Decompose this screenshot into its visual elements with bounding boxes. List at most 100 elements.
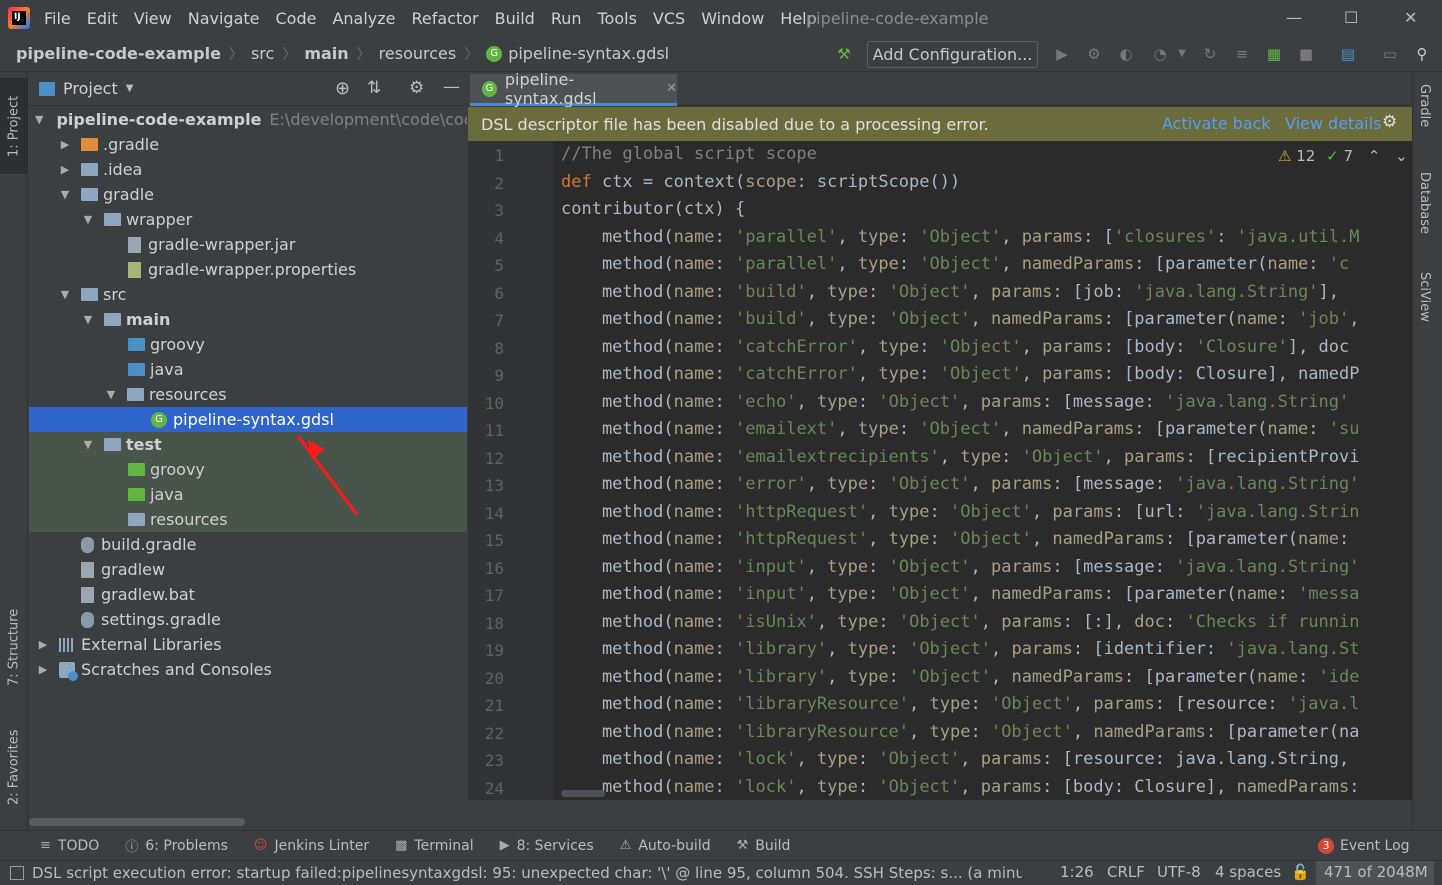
tree-item[interactable]: ▼ test [29, 432, 467, 457]
tab-auto-build[interactable]: ⚠ Auto-build [620, 838, 711, 854]
tab-gradle[interactable]: Gradle [1417, 84, 1432, 127]
menu-vcs[interactable]: VCS [653, 9, 685, 28]
code-line[interactable]: method(name: 'library', type: 'Object', … [561, 639, 1360, 659]
chevron-down-icon[interactable]: ▼ [80, 313, 96, 326]
breadcrumb-main[interactable]: main [304, 44, 348, 63]
chevron-down-icon[interactable]: ▼ [80, 438, 96, 451]
menu-build[interactable]: Build [495, 9, 535, 28]
code-line[interactable]: method(name: 'isUnix', type: 'Object', p… [561, 612, 1360, 632]
tab-problems[interactable]: ⓘ 6: Problems [125, 836, 228, 856]
tab-terminal[interactable]: ▩ Terminal [395, 838, 473, 854]
breadcrumb-project[interactable]: pipeline-code-example [16, 44, 221, 63]
tree-item[interactable]: groovy [29, 457, 467, 482]
tree-item[interactable]: ▼ src [29, 282, 467, 307]
editor-horizontal-scrollbar[interactable] [561, 790, 605, 797]
tab-project[interactable]: 1: Project [0, 78, 28, 174]
tab-structure[interactable]: 7: Structure [0, 592, 28, 702]
menu-window[interactable]: Window [701, 9, 764, 28]
code-line[interactable]: method(name: 'libraryResource', type: 'O… [561, 722, 1360, 742]
chevron-right-icon[interactable]: ▶ [35, 638, 51, 651]
tree-item-selected[interactable]: G pipeline-syntax.gdsl [29, 407, 467, 432]
memory-indicator[interactable]: 471 of 2048M [1316, 861, 1434, 885]
chevron-down-icon[interactable]: ▼ [80, 213, 96, 226]
caret-position[interactable]: 1:26 [1060, 863, 1094, 881]
collapse-all-icon[interactable]: ⇅ [367, 78, 381, 98]
maximize-icon[interactable]: ☐ [1344, 8, 1358, 27]
tree-item[interactable]: ▼ pipeline-code-example E:\development\c… [29, 107, 467, 132]
chevron-down-icon[interactable]: ▼ [103, 388, 119, 401]
indent-setting[interactable]: 4 spaces [1215, 863, 1281, 881]
hide-panel-icon[interactable]: — [443, 77, 460, 97]
code-line[interactable]: method(name: 'build', type: 'Object', na… [561, 309, 1360, 329]
code-line[interactable]: method(name: 'input', type: 'Object', pa… [561, 557, 1360, 577]
build-hammer-icon[interactable]: ⚒ [834, 44, 854, 64]
tab-database[interactable]: Database [1417, 172, 1432, 234]
menu-analyze[interactable]: Analyze [332, 9, 395, 28]
tab-favorites[interactable]: 2: Favorites [0, 712, 28, 822]
code-line[interactable]: method(name: 'httpRequest', type: 'Objec… [561, 502, 1360, 522]
tree-item[interactable]: resources [29, 507, 467, 532]
gear-icon[interactable]: ⚙ [409, 78, 424, 98]
search-icon[interactable]: ⚲ [1412, 44, 1432, 64]
tree-item[interactable]: gradle-wrapper.jar [29, 232, 467, 257]
line-separator[interactable]: CRLF [1107, 863, 1145, 881]
breadcrumb-file[interactable]: pipeline-syntax.gdsl [508, 44, 669, 63]
minimize-icon[interactable]: — [1286, 8, 1302, 27]
inspection-widget[interactable]: ⚠ 12 ✓ 7 ⌃ ⌄ [1278, 147, 1408, 165]
tree-item[interactable]: gradle-wrapper.properties [29, 257, 467, 282]
menu-refactor[interactable]: Refactor [412, 9, 479, 28]
code-line[interactable]: method(name: 'libraryResource', type: 'O… [561, 694, 1360, 714]
activate-back-link[interactable]: Activate back [1162, 114, 1271, 133]
code-line[interactable]: method(name: 'httpRequest', type: 'Objec… [561, 529, 1349, 549]
tree-item[interactable]: ▼ gradle [29, 182, 467, 207]
code-line[interactable]: method(name: 'echo', type: 'Object', par… [561, 392, 1349, 412]
debug-icon[interactable]: ⚙ [1084, 44, 1104, 64]
tree-item[interactable]: java [29, 482, 467, 507]
run-icon[interactable]: ▶ [1052, 44, 1072, 64]
tree-item[interactable]: ▶ Scratches and Consoles [29, 657, 467, 682]
menu-navigate[interactable]: Navigate [188, 9, 260, 28]
code-editor[interactable]: 1 2 3 4 5 6 7 8 9 10 11 12 13 14 15 16 17 18 19 20 21 22 23 24 … [468, 141, 1412, 800]
project-panel-title[interactable]: Project [63, 79, 118, 98]
code-line[interactable]: method(name: 'catchError', type: 'Object… [561, 364, 1360, 384]
chevron-right-icon[interactable]: ▶ [35, 663, 51, 676]
menu-view[interactable]: View [134, 9, 172, 28]
add-configuration-button[interactable]: Add Configuration... [867, 41, 1038, 68]
tree-item[interactable]: ▶ .gradle [29, 132, 467, 157]
code-line[interactable]: method(name: 'lock', type: 'Object', par… [561, 777, 1360, 797]
tab-services[interactable]: ▶ 8: Services [500, 838, 594, 854]
breadcrumb-resources[interactable]: resources [379, 44, 457, 63]
tree-item[interactable]: ▶ External Libraries [29, 632, 467, 657]
code-line[interactable]: contributor(ctx) { [561, 199, 745, 219]
chevron-down-icon[interactable]: ⌄ [1395, 147, 1408, 165]
toggle-panels-icon[interactable] [10, 866, 24, 880]
code-line[interactable]: method(name: 'build', type: 'Object', pa… [561, 282, 1339, 302]
tree-item[interactable]: ▼ main [29, 307, 467, 332]
code-line[interactable]: def ctx = context(scope: scriptScope()) [561, 172, 960, 192]
code-line[interactable]: method(name: 'lock', type: 'Object', par… [561, 749, 1349, 769]
presentation-icon[interactable]: ▭ [1380, 44, 1400, 64]
lock-icon[interactable]: 🔓 [1291, 863, 1310, 881]
code-line[interactable]: method(name: 'library', type: 'Object', … [561, 667, 1360, 687]
attach-icon[interactable]: ↻ [1200, 44, 1220, 64]
code-line[interactable]: method(name: 'emailextrecipients', type:… [561, 447, 1360, 467]
run-list-icon[interactable]: ≡ [1232, 44, 1252, 64]
tree-item[interactable]: ▶ .idea [29, 157, 467, 182]
tab-todo[interactable]: ≡ TODO [40, 838, 99, 854]
tab-pipeline-syntax[interactable]: G pipeline-syntax.gdsl ✕ [470, 70, 677, 108]
tree-item[interactable]: build.gradle [29, 532, 467, 557]
tree-item[interactable]: gradlew [29, 557, 467, 582]
tree-item[interactable]: java [29, 357, 467, 382]
tab-build[interactable]: ⚒ Build [737, 838, 791, 854]
code-line[interactable]: //The global script scope [561, 144, 817, 164]
code-line[interactable]: method(name: 'error', type: 'Object', pa… [561, 474, 1360, 494]
code-line[interactable]: method(name: 'parallel', type: 'Object',… [561, 227, 1360, 247]
tree-item[interactable]: ▼ wrapper [29, 207, 467, 232]
chevron-right-icon[interactable]: ▶ [57, 163, 73, 176]
tab-event-log[interactable]: 3 Event Log [1318, 837, 1410, 854]
code-line[interactable]: method(name: 'emailext', type: 'Object',… [561, 419, 1360, 439]
project-structure-icon[interactable]: ▤ [1338, 44, 1358, 64]
project-horizontal-scrollbar[interactable] [29, 818, 245, 826]
tab-sciview[interactable]: SciView [1417, 272, 1432, 322]
chevron-up-icon[interactable]: ⌃ [1368, 147, 1381, 165]
